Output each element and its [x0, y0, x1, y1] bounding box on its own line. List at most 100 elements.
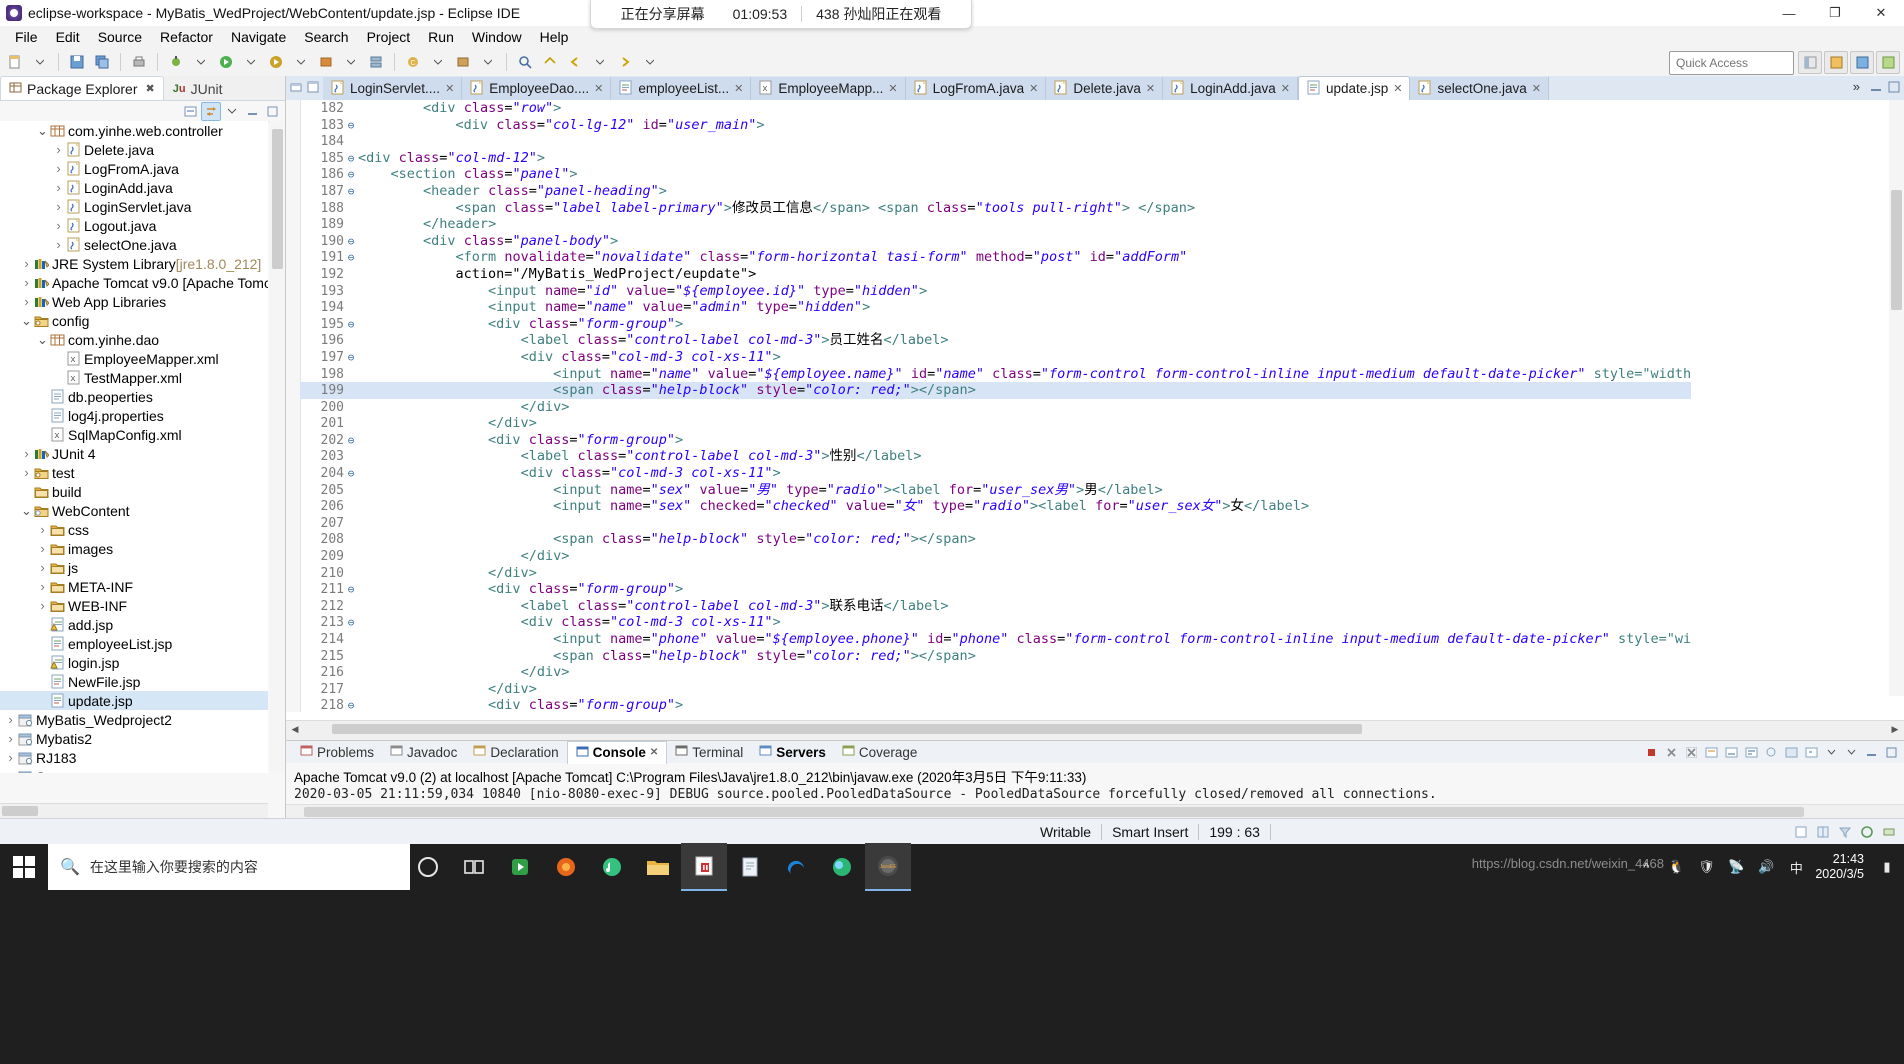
fold-collapse-icon[interactable]: ⊖ [344, 433, 358, 450]
clear-console-icon[interactable] [1702, 743, 1720, 761]
close-icon[interactable]: ✖ [146, 82, 155, 95]
console-tab-problems[interactable]: Problems [292, 741, 382, 763]
tree-item[interactable]: NewFile.jsp [0, 672, 268, 691]
tree-item[interactable]: log4j.properties [0, 406, 268, 425]
chevron-right-icon[interactable]: › [20, 275, 33, 290]
console-tab-coverage[interactable]: Coverage [834, 741, 926, 763]
console-maximize-icon[interactable] [1882, 743, 1900, 761]
fold-collapse-icon[interactable]: ⊖ [344, 615, 358, 632]
quick-access-input[interactable] [1669, 51, 1794, 75]
link-with-editor-icon[interactable] [201, 101, 221, 121]
chevron-right-icon[interactable]: › [52, 237, 65, 252]
menu-window[interactable]: Window [463, 28, 531, 46]
editor-tab[interactable]: update.jsp ✕ [1297, 76, 1411, 100]
code-line[interactable]: 203 <label class="control-label col-md-3… [300, 448, 1691, 465]
pdf-reader-icon[interactable] [681, 843, 727, 891]
chevron-down-icon[interactable]: ⌄ [36, 333, 49, 346]
editor-marker-gutter[interactable] [286, 100, 301, 712]
console-tab-servers[interactable]: Servers [751, 741, 834, 763]
folder-icon[interactable] [635, 844, 681, 890]
tree-item[interactable]: › RJ183 [0, 748, 268, 767]
chevron-right-icon[interactable]: › [4, 712, 17, 727]
tree-item[interactable]: db.peoperties [0, 387, 268, 406]
console-output[interactable]: 2020-03-05 21:11:59,034 10840 [nio-8080-… [286, 786, 1904, 803]
shield-tray-icon[interactable]: 🛡 [1695, 856, 1717, 878]
qq-music-icon[interactable] [589, 844, 635, 890]
editor-horizontal-scrollbar[interactable]: ◀ ▶ [286, 720, 1904, 737]
menu-run[interactable]: Run [419, 28, 463, 46]
code-line[interactable]: 195 ⊖ <div class="form-group"> [300, 316, 1691, 333]
code-line[interactable]: 209 </div> [300, 548, 1691, 565]
close-icon[interactable]: ✕ [1281, 82, 1290, 95]
fold-collapse-icon[interactable]: ⊖ [344, 582, 358, 599]
tree-vertical-scrollbar[interactable] [270, 121, 285, 773]
view-tab-package-explorer[interactable]: Package Explorer ✖ [0, 76, 164, 100]
code-line[interactable]: 183 ⊖ <div class="col-lg-12" id="user_mai… [300, 117, 1691, 134]
tree-item[interactable]: › LogFromA.java [0, 159, 268, 178]
code-line[interactable]: 213 ⊖ <div class="col-md-3 col-xs-11"> [300, 614, 1691, 631]
status-filter-icon[interactable] [1836, 823, 1854, 841]
menu-help[interactable]: Help [531, 28, 578, 46]
chevron-right-icon[interactable]: › [52, 180, 65, 195]
new-package-icon[interactable] [451, 50, 475, 74]
chevron-down-icon[interactable]: ⌄ [20, 314, 33, 327]
chevron-down-icon-fwd[interactable] [638, 50, 662, 74]
project-tree[interactable]: ⌄ com.yinhe.web.controller › Delete.java › Lo… [0, 121, 268, 773]
chevron-down-icon[interactable] [28, 50, 52, 74]
code-editor[interactable]: 182 <div class="row"> 183 ⊖ <div class="co… [286, 100, 1904, 712]
code-line[interactable]: 182 <div class="row"> [300, 100, 1691, 117]
code-line[interactable]: 187 ⊖ <header class="panel-heading"> [300, 183, 1691, 200]
close-icon[interactable]: ✕ [594, 82, 603, 95]
fold-collapse-icon[interactable]: ⊖ [344, 151, 358, 168]
notepad-icon[interactable] [727, 844, 773, 890]
save-icon[interactable] [65, 50, 89, 74]
forward-icon[interactable] [613, 50, 637, 74]
firefox-icon[interactable] [543, 844, 589, 890]
fold-collapse-icon[interactable]: ⊖ [344, 317, 358, 334]
editor-tab[interactable]: LoginAdd.java ✕ [1163, 77, 1298, 100]
perspective-debug-icon[interactable] [1876, 51, 1900, 74]
chevron-right-icon[interactable]: › [36, 522, 49, 537]
chevron-right-icon[interactable]: › [20, 465, 33, 480]
code-line[interactable]: 191 ⊖ <form novalidate="novalidate" class… [300, 249, 1691, 266]
scroll-right-icon[interactable]: ▶ [1888, 722, 1902, 736]
remove-all-icon[interactable] [1682, 743, 1700, 761]
edge-icon[interactable] [773, 844, 819, 890]
chevron-right-icon[interactable]: › [20, 294, 33, 309]
fold-collapse-icon[interactable]: ⊖ [344, 167, 358, 184]
restore-editor-icon[interactable] [290, 80, 302, 96]
back-icon[interactable] [563, 50, 587, 74]
chevron-down-icon-back[interactable] [588, 50, 612, 74]
chevron-right-icon[interactable]: › [52, 218, 65, 233]
fold-collapse-icon[interactable]: ⊖ [344, 466, 358, 483]
code-line[interactable]: 193 <input name="id" value="${employee.i… [300, 283, 1691, 300]
new-java-class-icon[interactable]: C [401, 50, 425, 74]
fold-collapse-icon[interactable]: ⊖ [344, 118, 358, 135]
code-line[interactable]: 202 ⊖ <div class="form-group"> [300, 432, 1691, 449]
editor-minimize-icon[interactable] [1870, 80, 1882, 96]
tree-horizontal-scrollbar[interactable] [0, 803, 268, 818]
tree-item[interactable]: update.jsp [0, 691, 268, 710]
tree-item[interactable]: ⌄ com.yinhe.dao [0, 330, 268, 349]
store-icon[interactable] [497, 844, 543, 890]
maximize-view-icon[interactable] [263, 103, 281, 120]
display-console-icon[interactable] [1782, 743, 1800, 761]
volume-tray-icon[interactable]: 🔊 [1755, 856, 1777, 878]
tree-item[interactable]: › css [0, 520, 268, 539]
tree-item[interactable]: › Delete.java [0, 140, 268, 159]
code-line[interactable]: 189 </header> [300, 216, 1691, 233]
code-line[interactable]: 206 <input name="sex" checked="checked" … [300, 498, 1691, 515]
code-line[interactable]: 192 action="/MyBatis_WedProject/eupdate"… [300, 266, 1691, 283]
chevron-down-icon-cov[interactable] [289, 50, 313, 74]
code-line[interactable]: 198 <input name="name" value="${employee… [300, 366, 1692, 383]
fold-collapse-icon[interactable]: ⊖ [344, 698, 358, 712]
source-code[interactable]: 182 <div class="row"> 183 ⊖ <div class="co… [300, 100, 1692, 712]
eclipse-taskbar-icon[interactable]: JavaEE [865, 843, 911, 891]
code-line[interactable]: 201 </div> [300, 415, 1691, 432]
close-icon[interactable]: ✕ [1393, 82, 1402, 95]
chevron-right-icon[interactable]: › [20, 256, 33, 271]
console-minimize-icon[interactable] [1862, 743, 1880, 761]
close-icon[interactable]: ✕ [650, 747, 658, 758]
menu-file[interactable]: File [6, 28, 47, 46]
code-line[interactable]: 197 ⊖ <div class="col-md-3 col-xs-11"> [300, 349, 1691, 366]
